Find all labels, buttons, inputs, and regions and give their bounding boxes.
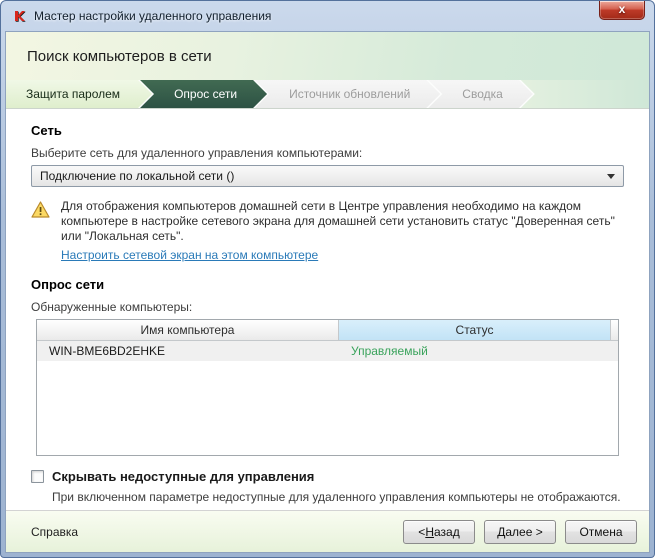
help-link[interactable]: Справка: [31, 525, 78, 539]
tabbar-filler: [520, 80, 649, 108]
title-bar: Мастер настройки удаленного управления x: [1, 1, 654, 31]
wizard-steps: Защита паролем Опрос сети Источник обнов…: [6, 80, 649, 109]
network-select-label: Выберите сеть для удаленного управления …: [31, 146, 363, 160]
discovered-computers-label: Обнаруженные компьютеры:: [31, 300, 193, 314]
dialog-panel: Поиск компьютеров в сети Защита паролем …: [5, 31, 650, 553]
column-header-name[interactable]: Имя компьютера: [37, 320, 339, 340]
hide-unavailable-checkbox[interactable]: [31, 470, 44, 483]
network-section-title: Сеть: [31, 123, 62, 138]
network-combobox-value: Подключение по локальной сети (): [40, 169, 235, 183]
close-icon: x: [618, 2, 626, 16]
dialog-body: Сеть Выберите сеть для удаленного управл…: [6, 109, 649, 510]
footer-bar: Справка < Назад Далее > Отмена: [6, 510, 649, 552]
hide-unavailable-label[interactable]: Скрывать недоступные для управления: [52, 469, 314, 484]
page-header: Поиск компьютеров в сети: [6, 32, 649, 80]
table-header-spacer: [610, 320, 618, 340]
next-button[interactable]: Далее >: [484, 519, 556, 544]
warning-text: Для отображения компьютеров домашней сет…: [61, 199, 615, 243]
wizard-window: Мастер настройки удаленного управления x…: [0, 0, 655, 558]
column-header-status[interactable]: Статус: [339, 320, 610, 340]
hide-option-description: При включенном параметре недоступные для…: [52, 490, 621, 504]
computers-table: Имя компьютера Статус WIN-BME6BD2EHKE Уп…: [36, 319, 619, 456]
poll-section-title: Опрос сети: [31, 277, 105, 292]
chevron-down-icon: [607, 173, 615, 179]
tab-summary[interactable]: Сводка: [428, 80, 533, 108]
tab-update-source[interactable]: Источник обновлений: [255, 80, 440, 108]
warning-body: Для отображения компьютеров домашней сет…: [61, 199, 624, 263]
computer-status-cell: Управляемый: [351, 344, 428, 358]
window-title: Мастер настройки удаленного управления: [34, 9, 272, 23]
warning-block: Для отображения компьютеров домашней сет…: [31, 199, 624, 263]
back-button[interactable]: < Назад: [403, 519, 475, 544]
table-header: Имя компьютера Статус: [37, 320, 618, 341]
cancel-button[interactable]: Отмена: [565, 519, 637, 544]
table-row[interactable]: WIN-BME6BD2EHKE Управляемый: [37, 341, 618, 361]
tab-network-poll[interactable]: Опрос сети: [140, 80, 267, 108]
close-button[interactable]: x: [599, 1, 645, 20]
page-title: Поиск компьютеров в сети: [27, 47, 212, 65]
firewall-settings-link[interactable]: Настроить сетевой экран на этом компьюте…: [61, 248, 318, 263]
network-combobox[interactable]: Подключение по локальной сети (): [31, 165, 624, 187]
kaspersky-logo-icon: [15, 11, 26, 22]
hide-option-row: Скрывать недоступные для управления: [31, 469, 624, 484]
warning-icon: [31, 201, 50, 218]
computer-name-cell: WIN-BME6BD2EHKE: [49, 344, 166, 358]
tab-password-protection[interactable]: Защита паролем: [6, 80, 152, 108]
